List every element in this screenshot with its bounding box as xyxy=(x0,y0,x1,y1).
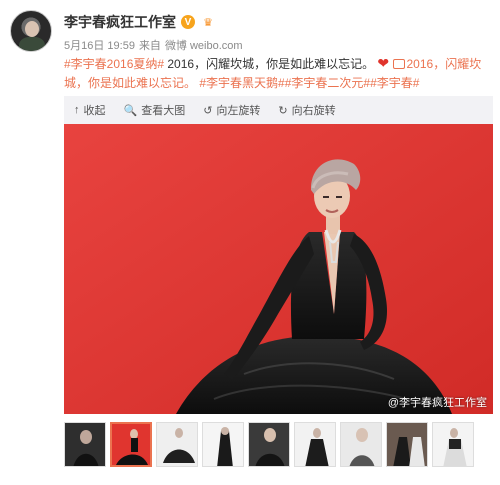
post-source[interactable]: 微博 weibo.com xyxy=(165,37,243,53)
main-photo[interactable]: @李宇春疯狂工作室 xyxy=(64,124,493,414)
thumbnail-8-image xyxy=(387,423,427,466)
verified-icon[interactable]: V xyxy=(181,15,195,29)
source-prefix: 来自 xyxy=(138,40,161,52)
vip-crown-icon[interactable]: ♛ xyxy=(200,15,216,29)
post-header: 李宇春疯狂工作室 V ♛ 5月16日 19:59 来自 微博 weibo.com… xyxy=(0,0,500,96)
thumbnail-9-image xyxy=(433,423,473,466)
avatar-face xyxy=(25,21,39,37)
thumbnail-6[interactable] xyxy=(294,422,336,467)
post-meta: 5月16日 19:59 来自 微博 weibo.com xyxy=(64,37,243,53)
thumbnail-strip xyxy=(64,422,493,470)
hashtag-black-swan[interactable]: #李宇春黑天鹅# xyxy=(199,76,284,90)
thumbnail-4-image xyxy=(203,423,243,466)
magnifier-icon: 🔍 xyxy=(123,104,138,117)
thumbnail-3[interactable] xyxy=(156,422,198,467)
avatar-body xyxy=(19,37,45,51)
hashtag-anime[interactable]: #李宇春二次元# xyxy=(285,76,370,90)
main-photo-container: @李宇春疯狂工作室 xyxy=(64,124,493,414)
collapse-label: 收起 xyxy=(83,105,106,117)
collapse-button[interactable]: ↑ 收起 xyxy=(74,102,106,118)
hashtag-cannes[interactable]: #李宇春2016夏纳# xyxy=(64,57,164,71)
link-icon xyxy=(392,59,405,69)
collapse-arrow-icon: ↑ xyxy=(74,104,80,116)
thumbnail-6-image xyxy=(295,423,335,466)
thumbnail-1[interactable] xyxy=(64,422,106,467)
thumbnail-2-selected[interactable] xyxy=(110,422,152,467)
thumbnail-5[interactable] xyxy=(248,422,290,467)
post-content: #李宇春2016夏纳# 2016，闪耀坎城，你是如此难以忘记。 ❤ 2016，闪… xyxy=(64,54,494,93)
rotate-right-icon: ↻ xyxy=(278,104,288,117)
thumbnail-5-image xyxy=(249,423,289,466)
hashtag-liyuchun[interactable]: #李宇春# xyxy=(370,76,419,90)
rotate-right-label: 向右旋转 xyxy=(291,105,336,117)
rotate-left-icon: ↺ xyxy=(203,104,213,117)
thumbnail-7[interactable] xyxy=(340,422,382,467)
post-body-text: 2016，闪耀坎城，你是如此难以忘记。 xyxy=(164,57,375,71)
post-date[interactable]: 5月16日 19:59 xyxy=(64,37,135,53)
author-name[interactable]: 李宇春疯狂工作室 xyxy=(64,12,176,32)
view-large-button[interactable]: 🔍 查看大图 xyxy=(124,102,186,118)
thumbnail-8[interactable] xyxy=(386,422,428,467)
rotate-left-label: 向左旋转 xyxy=(216,105,261,117)
view-large-label: 查看大图 xyxy=(141,105,186,117)
heart-icon: ❤ xyxy=(377,55,390,71)
thumbnail-1-image xyxy=(65,423,105,466)
thumbnail-4[interactable] xyxy=(202,422,244,467)
thumbnail-9[interactable] xyxy=(432,422,474,467)
author-row: 李宇春疯狂工作室 V ♛ xyxy=(64,12,216,32)
rotate-left-button[interactable]: ↺ 向左旋转 xyxy=(203,102,260,118)
photo-illustration xyxy=(64,124,493,414)
thumbnail-2-image xyxy=(112,424,150,465)
rotate-right-button[interactable]: ↻ 向右旋转 xyxy=(278,102,335,118)
author-avatar[interactable] xyxy=(10,10,52,52)
thumbnail-7-image xyxy=(341,423,381,466)
thumbnail-3-image xyxy=(157,423,197,466)
photo-watermark: @李宇春疯狂工作室 xyxy=(387,397,487,409)
image-toolbar: ↑ 收起 🔍 查看大图 ↺ 向左旋转 ↻ 向右旋转 xyxy=(64,96,493,124)
